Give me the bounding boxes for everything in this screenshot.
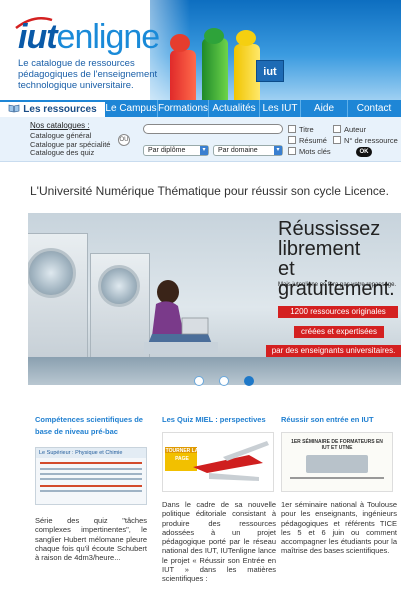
carousel-dot[interactable] [194, 376, 204, 386]
checkbox-titre[interactable]: Titre [288, 125, 314, 134]
news-column: Compétences scientifiques de base de niv… [35, 414, 152, 562]
machine-door [28, 248, 76, 298]
hero-title-line: Réussissez [278, 218, 381, 240]
hero-tag: créées et expertisées [294, 326, 384, 338]
checkbox-auteur[interactable]: Auteur [333, 125, 366, 134]
machine-door [98, 265, 140, 307]
carousel-dot[interactable] [219, 376, 229, 386]
site-header: iutenligne Le catalogue de ressources pé… [0, 0, 401, 100]
student-illustration [144, 280, 218, 354]
tab-actualites[interactable]: Actualités [209, 100, 259, 117]
news-thumbnail[interactable]: 1ER SÉMINAIRE DE FORMATEURS EN IUT ET UT… [281, 432, 393, 492]
book-icon [8, 104, 20, 113]
logo-iut: iut [18, 18, 58, 56]
chevron-down-icon: ▾ [274, 146, 282, 155]
domaine-select[interactable]: Par domaine ▾ [213, 145, 283, 156]
news-text: Dans le cadre de sa nouvelle politique é… [162, 500, 276, 584]
diplome-select[interactable]: Par diplôme ▾ [143, 145, 209, 156]
news-title[interactable]: Réussir son entrée en IUT [281, 414, 398, 426]
iut-badge: iut [256, 60, 284, 82]
news-column: Les Quiz MIEL : perspectives TOURNER LA … [162, 414, 279, 583]
thumbnail-caption: 1ER SÉMINAIRE DE FORMATEURS EN IUT ET UT… [291, 439, 383, 451]
carousel-dot-active[interactable] [244, 376, 254, 386]
tab-label: Les ressources [23, 104, 97, 115]
seminar-photo [306, 455, 368, 473]
tab-contact[interactable]: Contact [348, 100, 400, 117]
checkbox-numero[interactable]: N° de ressource [333, 136, 398, 145]
checkbox-mots-cles[interactable]: Mots clés [288, 147, 331, 156]
logo-enligne: enligne [56, 18, 161, 56]
page-headline: L'Université Numérique Thématique pour r… [30, 184, 389, 198]
news-thumbnail[interactable]: Le Supérieur : Physique et Chimie [35, 447, 147, 505]
news-title[interactable]: Compétences scientifiques de base de niv… [35, 414, 152, 438]
carousel-pagination [0, 374, 401, 388]
tab-aide[interactable]: Aide [301, 100, 347, 117]
search-panel: Nos catalogues : Catalogue général Catal… [0, 117, 401, 162]
hero-subline: Mais iutenligne ne fera pas votre repass… [278, 282, 397, 288]
search-submit-button[interactable]: OK [356, 147, 372, 157]
news-text: 1er séminaire national à Toulouse pour l… [281, 500, 397, 556]
hero-banner[interactable]: Réussissez librement et gratuitement. Ma… [28, 213, 401, 385]
catalogues-label: Nos catalogues : [30, 121, 90, 130]
tab-les-iut[interactable]: Les IUT [260, 100, 300, 117]
news-title[interactable]: Les Quiz MIEL : perspectives [162, 414, 279, 426]
main-nav: Les ressources Le Campus Formations Actu… [0, 100, 401, 117]
tab-formations[interactable]: Formations [158, 100, 208, 117]
thumbnail-caption: Le Supérieur : Physique et Chimie [36, 448, 146, 458]
hero-title-line: librement [278, 238, 361, 260]
catalogue-list: Catalogue général Catalogue par spéciali… [30, 131, 110, 158]
news-text: Série des quiz "tâches complexes imperti… [35, 516, 147, 563]
hero-tag: 1200 ressources originales [278, 306, 398, 318]
thumbnail-caption: TOURNER LA PAGE [165, 448, 199, 462]
diplome-select-value: Par diplôme [148, 147, 186, 154]
domaine-select-value: Par domaine [218, 147, 258, 154]
catalogue-link-quiz[interactable]: Catalogue des quiz [30, 148, 110, 158]
site-tagline: Le catalogue de ressources pédagogiques … [18, 58, 158, 91]
hero-tag: par des enseignants universitaires. [266, 345, 401, 357]
hero-title-line: et gratuitement. [278, 258, 395, 300]
tab-les-ressources[interactable]: Les ressources [0, 100, 105, 117]
news-column: Réussir son entrée en IUT 1ER SÉMINAIRE … [281, 414, 398, 555]
search-input[interactable] [143, 124, 283, 134]
checkbox-resume[interactable]: Résumé [288, 136, 327, 145]
chevron-down-icon: ▾ [200, 146, 208, 155]
or-separator: OU [118, 134, 130, 146]
news-thumbnail[interactable]: TOURNER LA PAGE [162, 432, 274, 492]
site-logo[interactable]: iutenligne [18, 18, 161, 56]
tab-le-campus[interactable]: Le Campus [105, 100, 157, 117]
